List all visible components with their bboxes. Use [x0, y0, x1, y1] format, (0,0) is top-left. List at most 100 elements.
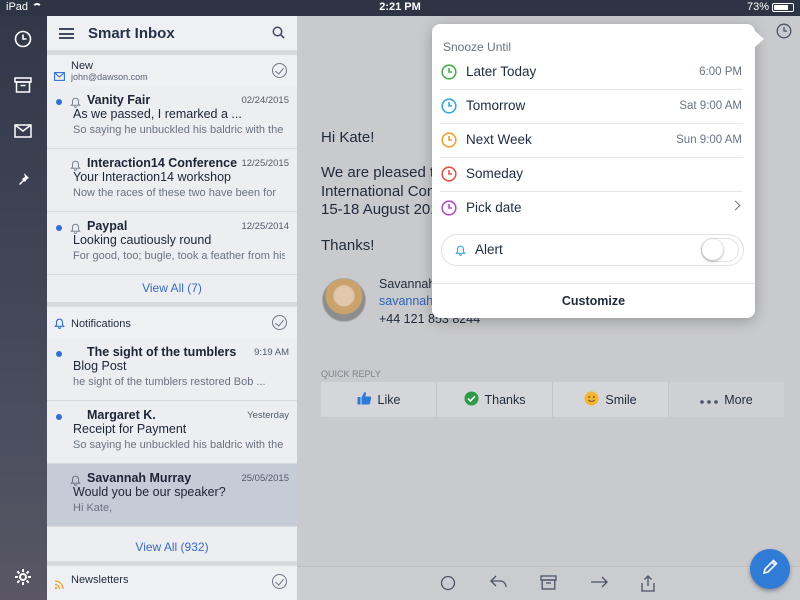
unread-dot: [56, 414, 62, 420]
unread-dot: [56, 99, 62, 105]
bell-icon: [455, 243, 466, 261]
option-time: Sun 9:00 AM: [676, 134, 742, 146]
group-header-notifications[interactable]: Notifications: [47, 302, 297, 338]
preview: Hi Kate,: [73, 502, 113, 514]
menu-icon[interactable]: [59, 27, 74, 39]
pencil-icon: [762, 558, 778, 580]
more-label: More: [724, 392, 753, 407]
list-item[interactable]: Interaction14 Conference 12/25/2015 Your…: [47, 149, 297, 212]
signature-email-link[interactable]: savannah: [379, 294, 433, 308]
smile-label: Smile: [605, 392, 637, 407]
snooze-option-someday[interactable]: Someday: [440, 158, 743, 192]
subject: Blog Post: [73, 359, 127, 373]
mail-icon: [54, 68, 65, 86]
snooze-option-next-week[interactable]: Next Week Sun 9:00 AM: [440, 124, 743, 158]
preview: So saying he unbuckled his baldric with …: [73, 439, 284, 451]
rss-icon: [54, 577, 64, 595]
sender: The sight of the tumblers: [87, 345, 237, 359]
app-title: Smart Inbox: [88, 24, 175, 42]
option-label: Pick date: [466, 200, 522, 215]
date: 12/25/2014: [241, 221, 289, 232]
clock-icon: [441, 166, 457, 187]
group-header-newsletters[interactable]: Newsletters: [47, 561, 297, 600]
check-circle-icon: [464, 391, 479, 409]
popover-title: Snooze Until: [443, 40, 512, 54]
list-item[interactable]: Paypal 12/25/2014 Looking cautiously rou…: [47, 212, 297, 275]
view-all-link[interactable]: View All (7): [47, 275, 297, 302]
snooze-option-later-today[interactable]: Later Today 6:00 PM: [440, 56, 743, 90]
archive-icon[interactable]: [12, 74, 34, 96]
reply-icon[interactable]: [490, 575, 507, 594]
toggle-knob: [702, 239, 723, 260]
date: Yesterday: [247, 410, 289, 421]
more-button[interactable]: More: [669, 382, 784, 417]
customize-button[interactable]: Customize: [432, 283, 755, 318]
snooze-option-pick-date[interactable]: Pick date: [440, 192, 743, 226]
sender: Interaction14 Conference: [87, 156, 238, 170]
bottom-toolbar: [297, 566, 800, 600]
forward-icon[interactable]: [590, 575, 609, 593]
unread-dot: [56, 351, 62, 357]
clock-icon: [441, 98, 457, 119]
email-body: We are pleased t International Con 15-18…: [321, 164, 439, 218]
email-closing: Thanks!: [321, 237, 375, 254]
like-label: Like: [377, 392, 401, 407]
mark-done-check-icon[interactable]: [272, 574, 287, 589]
quick-reply-label: QUICK REPLY: [321, 369, 381, 379]
archive-icon[interactable]: [540, 575, 557, 595]
clock-icon: [441, 64, 457, 85]
date: 9:19 AM: [254, 347, 289, 358]
like-button[interactable]: Like: [321, 382, 437, 417]
left-rail: [0, 16, 47, 600]
preview: So saying he unbuckled his baldric with …: [73, 124, 284, 136]
snooze-option-tomorrow[interactable]: Tomorrow Sat 9:00 AM: [440, 90, 743, 124]
alert-toggle[interactable]: [701, 238, 739, 262]
thumbs-up-icon: [357, 391, 372, 408]
list-item[interactable]: Vanity Fair 02/24/2015 As we passed, I r…: [47, 86, 297, 149]
thanks-button[interactable]: Thanks: [437, 382, 553, 417]
clock: 2:21 PM: [379, 1, 421, 13]
alert-row: Alert: [441, 234, 744, 266]
option-label: Later Today: [466, 64, 537, 79]
subject: Your Interaction14 workshop: [73, 170, 231, 184]
clock-icon: [441, 200, 457, 221]
subject: Receipt for Payment: [73, 422, 187, 436]
avatar: [322, 278, 366, 322]
mail-icon[interactable]: [12, 120, 34, 142]
pin-icon[interactable]: [12, 168, 34, 190]
date: 02/24/2015: [241, 95, 289, 106]
sender: Margaret K.: [87, 408, 156, 422]
date: 25/05/2015: [241, 473, 289, 484]
settings-gear-icon[interactable]: [12, 566, 34, 588]
mark-done-check-icon[interactable]: [272, 315, 287, 330]
compose-button[interactable]: [750, 549, 790, 589]
clock-icon: [441, 132, 457, 153]
group-header-new[interactable]: New john@dawson.com: [47, 50, 297, 86]
group-title: Notifications: [71, 318, 131, 330]
status-bar: iPad 2:21 PM 73%: [0, 0, 800, 16]
email-greeting: Hi Kate!: [321, 129, 375, 146]
bell-icon: [54, 316, 65, 334]
list-item[interactable]: The sight of the tumblers 9:19 AM Blog P…: [47, 338, 297, 401]
list-item[interactable]: Margaret K. Yesterday Receipt for Paymen…: [47, 401, 297, 464]
thanks-label: Thanks: [484, 392, 526, 407]
chevron-right-icon: [730, 200, 741, 211]
quick-reply-bar: Like Thanks Smile More: [321, 382, 784, 417]
list-header: Smart Inbox: [47, 16, 297, 50]
smile-icon: [584, 391, 599, 409]
more-icon: [700, 393, 719, 407]
smile-button[interactable]: Smile: [553, 382, 669, 417]
sender: Paypal: [87, 219, 128, 233]
search-icon[interactable]: [272, 26, 285, 44]
view-all-link[interactable]: View All (932): [47, 527, 297, 561]
preview: he sight of the tumblers restored Bob ..…: [73, 376, 266, 388]
list-item-selected[interactable]: Savannah Murray 25/05/2015 Would you be …: [47, 464, 297, 527]
snoozed-clock-icon[interactable]: [12, 28, 34, 50]
snooze-clock-icon[interactable]: [776, 23, 792, 44]
share-icon[interactable]: [640, 575, 656, 597]
option-time: 6:00 PM: [699, 66, 742, 78]
mark-done-check-icon[interactable]: [272, 63, 287, 78]
subject: As we passed, I remarked a ...: [73, 107, 242, 121]
option-time: Sat 9:00 AM: [679, 100, 742, 112]
mark-done-circle-icon[interactable]: [440, 575, 456, 596]
